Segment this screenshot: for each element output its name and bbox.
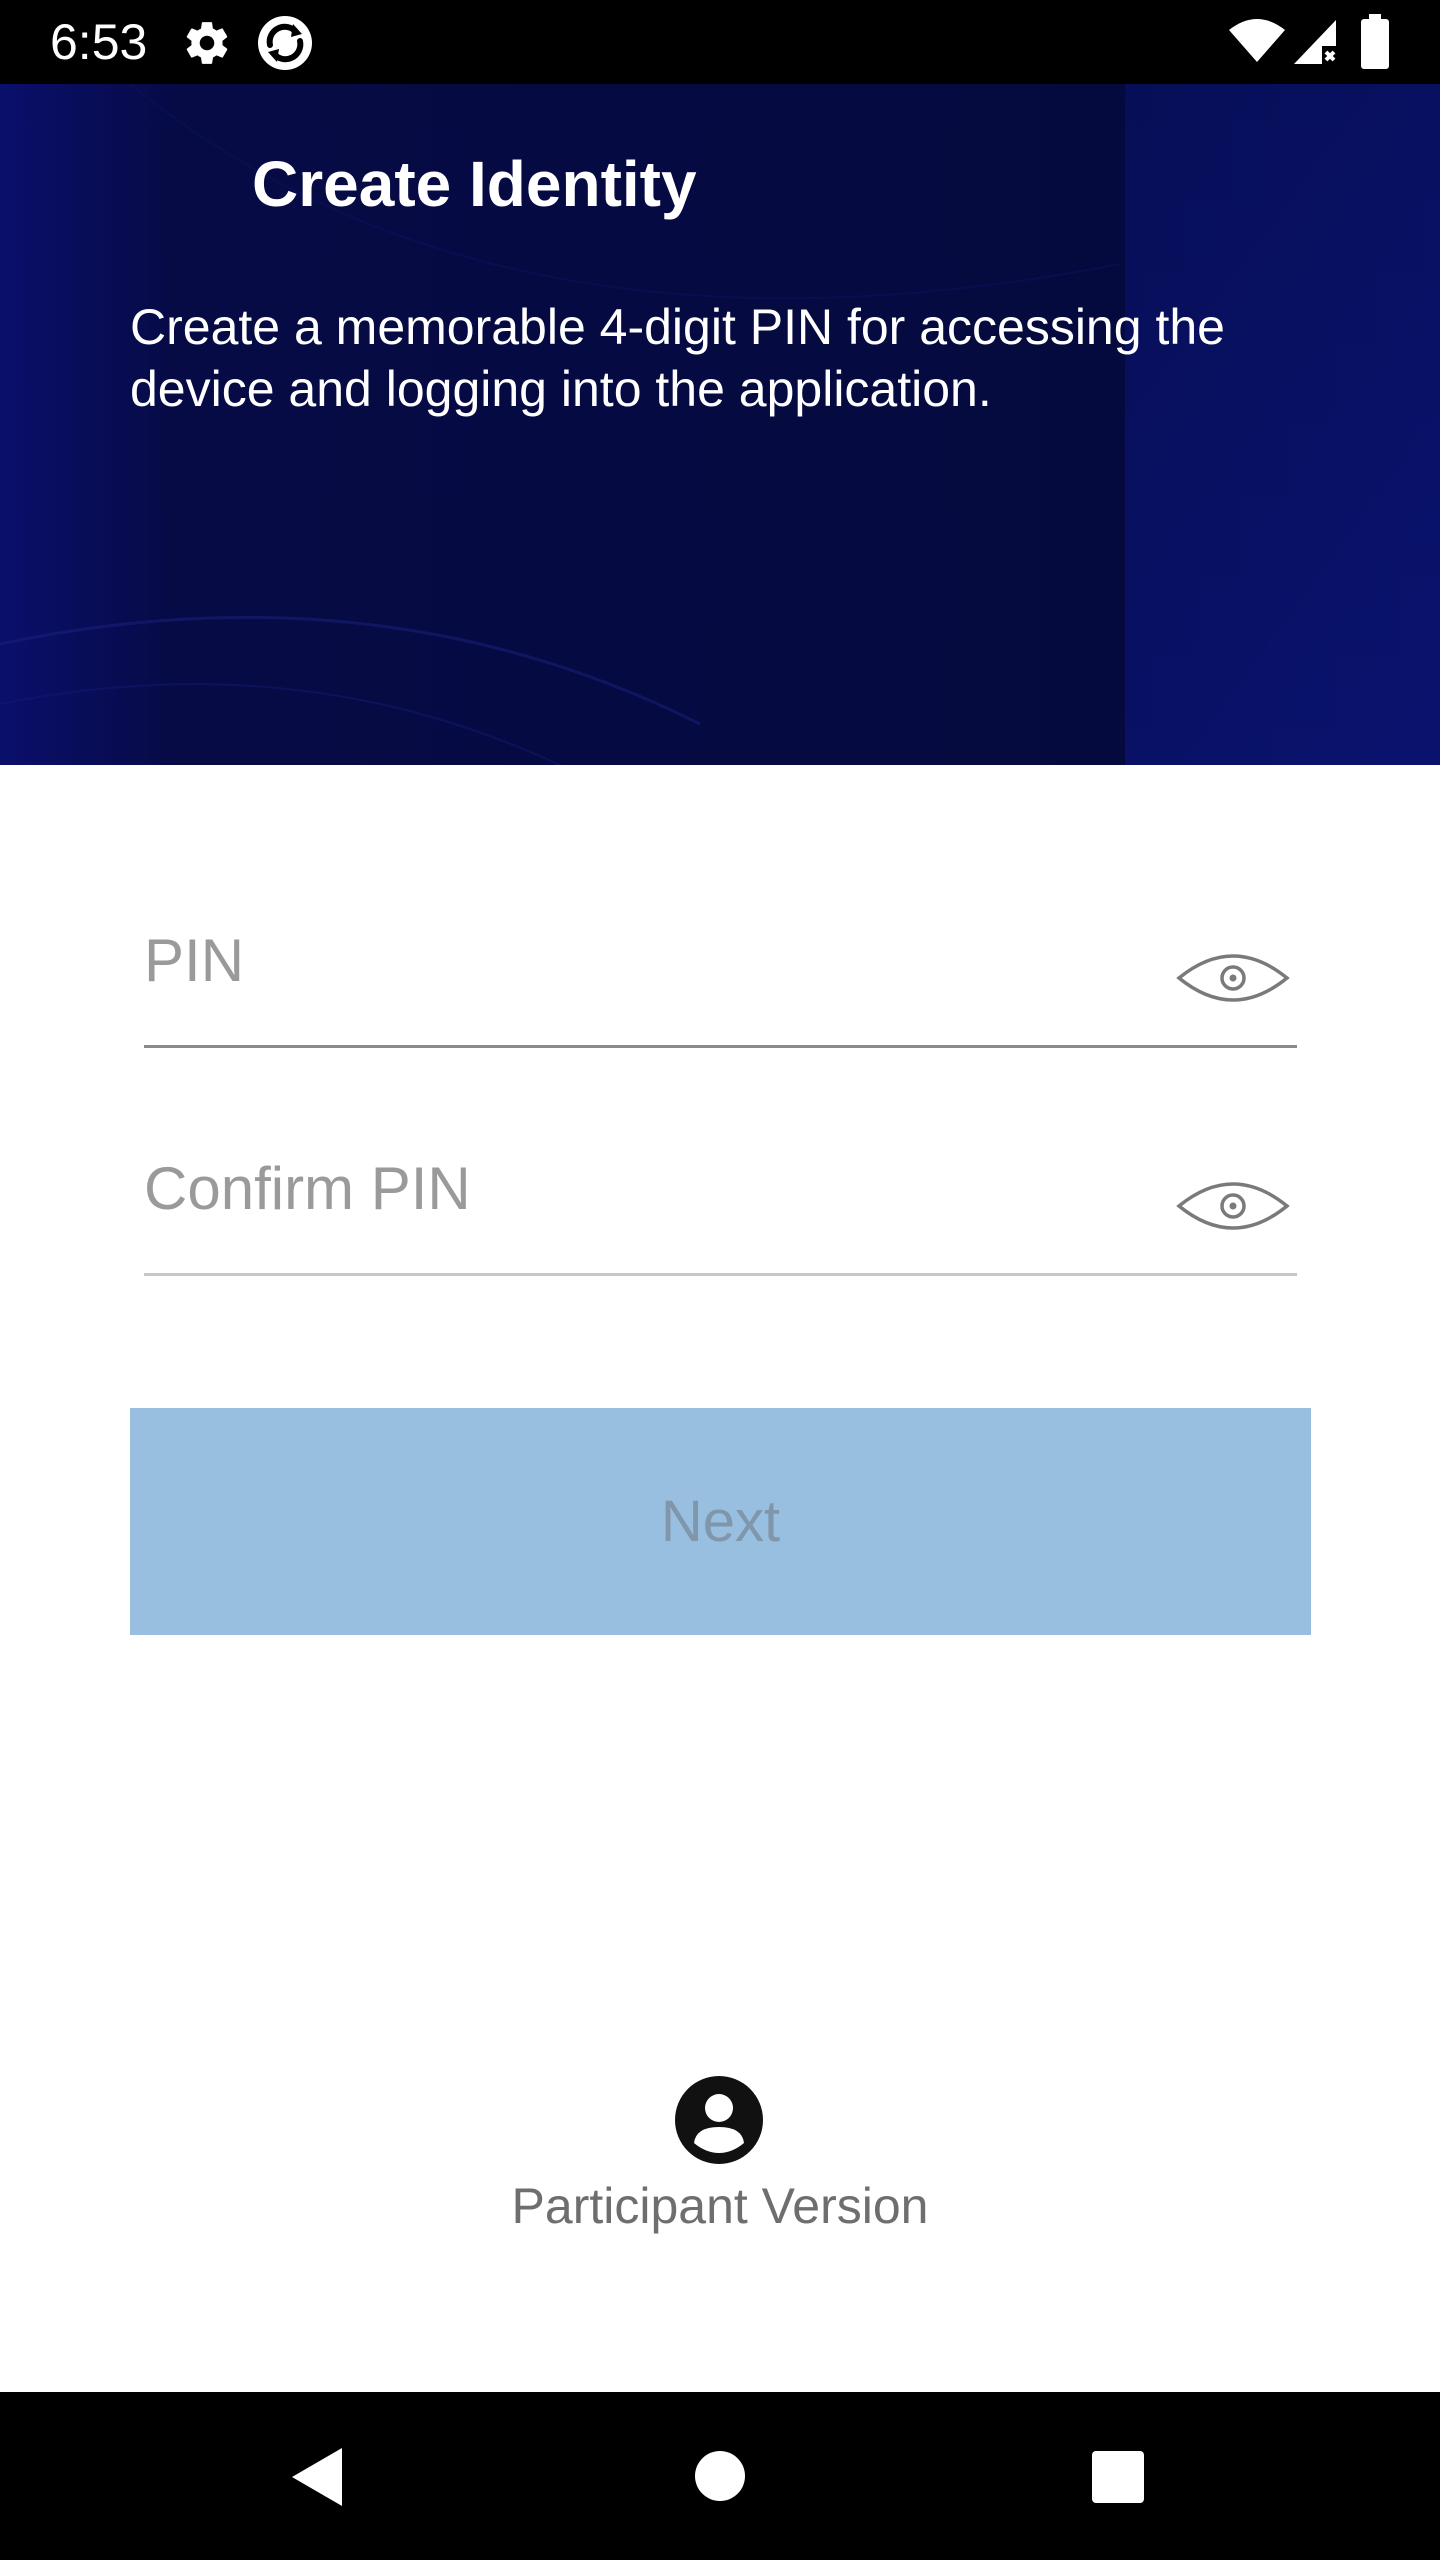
page-description: Create a memorable 4-digit PIN for acces… bbox=[130, 299, 1225, 417]
next-button[interactable]: Next bbox=[130, 1408, 1311, 1635]
screen: 6:53 Create Identity Create a memorable … bbox=[0, 0, 1440, 2560]
status-bar: 6:53 bbox=[0, 0, 1440, 84]
pin-underline bbox=[144, 1045, 1297, 1048]
settings-icon bbox=[186, 22, 228, 64]
pin-field bbox=[144, 900, 1297, 1048]
status-time: 6:53 bbox=[50, 14, 148, 70]
confirm-pin-underline bbox=[144, 1273, 1297, 1276]
header-decoration bbox=[0, 84, 1121, 765]
pin-input[interactable] bbox=[144, 900, 1144, 1020]
show-confirm-pin-eye-icon[interactable] bbox=[1175, 1176, 1291, 1236]
home-icon[interactable] bbox=[694, 2450, 746, 2502]
account-circle-icon bbox=[675, 2076, 763, 2164]
signal-icon bbox=[1294, 20, 1336, 64]
show-pin-eye-icon[interactable] bbox=[1175, 948, 1291, 1008]
battery-icon bbox=[1361, 14, 1389, 69]
participant-version-label: Participant Version bbox=[511, 2178, 929, 2234]
sync-app-icon bbox=[258, 16, 312, 70]
wifi-icon bbox=[1229, 19, 1285, 62]
header-banner: Create Identity Create a memorable 4-dig… bbox=[0, 84, 1440, 765]
confirm-pin-field bbox=[144, 1128, 1297, 1276]
confirm-pin-input[interactable] bbox=[144, 1128, 1144, 1248]
recents-icon[interactable] bbox=[1091, 2450, 1145, 2504]
navigation-bar bbox=[0, 2392, 1440, 2560]
back-icon[interactable] bbox=[290, 2446, 346, 2508]
page-title: Create Identity bbox=[252, 148, 697, 220]
